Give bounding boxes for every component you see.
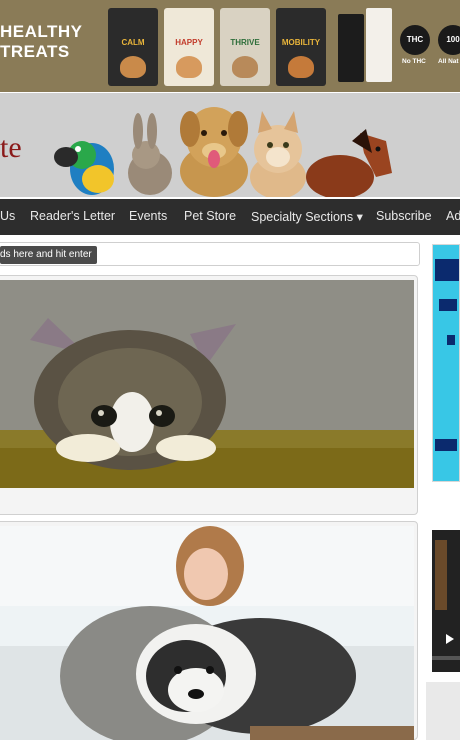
kitten-image bbox=[0, 280, 414, 488]
healthy-treats-ad-banner[interactable]: HEALTHY TREATS CALM HAPPY THRIVE MOBILIT… bbox=[0, 0, 460, 92]
woman-dog-photo[interactable] bbox=[0, 526, 414, 740]
side-widget bbox=[426, 682, 460, 740]
cat-icon bbox=[250, 111, 306, 197]
side-ad-banner[interactable] bbox=[432, 244, 460, 482]
nav-item-readers-letter[interactable]: Reader's Letter bbox=[30, 209, 115, 223]
parrot-icon bbox=[54, 141, 114, 195]
nav-item-subscribe[interactable]: Subscribe bbox=[376, 209, 432, 223]
article-card[interactable] bbox=[0, 521, 418, 740]
pack-label: THRIVE bbox=[230, 38, 260, 47]
play-icon[interactable] bbox=[432, 530, 460, 672]
side-ad-block bbox=[435, 439, 457, 451]
treat-pack-thrive: THRIVE bbox=[220, 8, 270, 86]
article-card[interactable] bbox=[0, 275, 418, 515]
nav-item-events[interactable]: Events bbox=[129, 209, 167, 223]
page: HEALTHY TREATS CALM HAPPY THRIVE MOBILIT… bbox=[0, 0, 460, 740]
search-tooltip: ds here and hit enter bbox=[0, 246, 97, 264]
oil-box-white bbox=[366, 8, 392, 82]
badge-text: 100 bbox=[446, 35, 460, 44]
ad-headline-line1: HEALTHY bbox=[0, 22, 83, 41]
nav-item-specialty-sections[interactable]: Specialty Sections ▾ bbox=[251, 209, 363, 224]
side-ad-block bbox=[435, 259, 459, 281]
badge-text: THC bbox=[406, 35, 424, 44]
side-ad-block bbox=[447, 335, 455, 345]
ad-headline: HEALTHY TREATS bbox=[0, 22, 83, 62]
dog-icon bbox=[180, 107, 248, 197]
no-thc-badge: THC bbox=[400, 25, 430, 55]
oil-box bbox=[338, 14, 364, 82]
badge-caption: All Nat bbox=[438, 58, 459, 65]
nav-item-advertise[interactable]: Ad bbox=[446, 209, 460, 223]
animals-illustration bbox=[54, 107, 392, 197]
pack-label: HAPPY bbox=[175, 38, 203, 47]
pack-label: MOBILITY bbox=[281, 38, 321, 47]
woman-husky-image bbox=[0, 526, 414, 740]
all-natural-badge: 100 bbox=[438, 25, 460, 55]
kitten-photo[interactable] bbox=[0, 280, 414, 488]
dog-icon bbox=[232, 56, 258, 78]
horse-icon bbox=[306, 129, 392, 197]
treat-pack-calm: CALM bbox=[108, 8, 158, 86]
pack-label: CALM bbox=[121, 38, 145, 47]
main-nav: Us Reader's Letter Events Pet Store Spec… bbox=[0, 199, 460, 235]
rabbit-icon bbox=[128, 113, 172, 195]
dog-icon bbox=[288, 56, 314, 78]
dog-icon bbox=[120, 56, 146, 78]
site-header: te bbox=[0, 93, 460, 197]
badge-caption: No THC bbox=[402, 58, 426, 65]
treat-pack-happy: HAPPY bbox=[164, 8, 214, 86]
side-ad-block bbox=[439, 299, 457, 311]
side-video[interactable] bbox=[432, 530, 460, 672]
treat-pack-mobility: MOBILITY bbox=[276, 8, 326, 86]
ad-headline-line2: TREATS bbox=[0, 42, 70, 61]
nav-item-about-us[interactable]: Us bbox=[0, 209, 15, 223]
nav-item-pet-store[interactable]: Pet Store bbox=[184, 209, 236, 223]
dog-icon bbox=[176, 56, 202, 78]
